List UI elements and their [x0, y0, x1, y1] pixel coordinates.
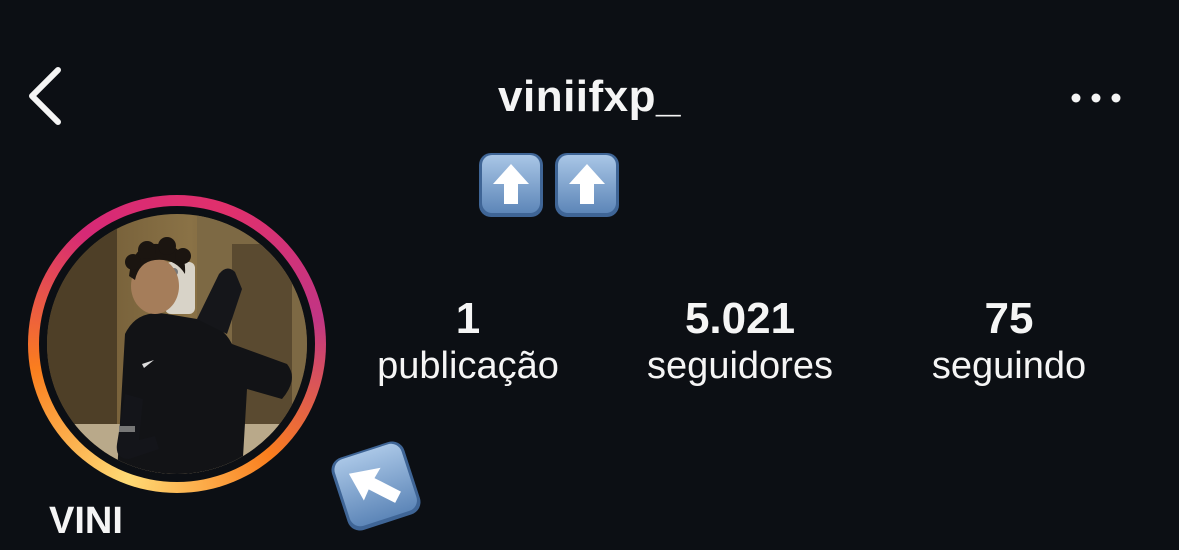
avatar-photo-image [47, 214, 307, 474]
posts-count: 1 [455, 294, 481, 343]
up-left-arrow-key-emoji-icon [331, 441, 421, 531]
up-arrow-key-emoji-icon [479, 153, 543, 217]
stat-following[interactable]: 75 seguindo [895, 296, 1123, 390]
more-options-button[interactable] [1066, 86, 1126, 110]
followers-count: 5.021 [684, 294, 796, 343]
posts-label: publicação [377, 345, 559, 387]
profile-username: viniifxp_ [498, 72, 681, 121]
stat-posts[interactable]: 1 publicação [350, 296, 586, 390]
up-arrow-key-emoji-icon [555, 153, 619, 217]
followers-label: seguidores [647, 345, 833, 387]
profile-display-name: VINI [49, 500, 123, 542]
avatar-ring-gap [39, 206, 315, 482]
profile-stats: 1 publicação 5.021 seguidores 75 seguind… [350, 296, 1140, 406]
bio-emoji-row [478, 152, 620, 218]
following-label: seguindo [931, 345, 1087, 387]
stat-followers[interactable]: 5.021 seguidores [620, 296, 860, 390]
ellipsis-icon [1071, 93, 1121, 103]
avatar [47, 214, 307, 474]
following-count: 75 [984, 294, 1034, 343]
avatar-story-ring[interactable] [28, 195, 326, 493]
